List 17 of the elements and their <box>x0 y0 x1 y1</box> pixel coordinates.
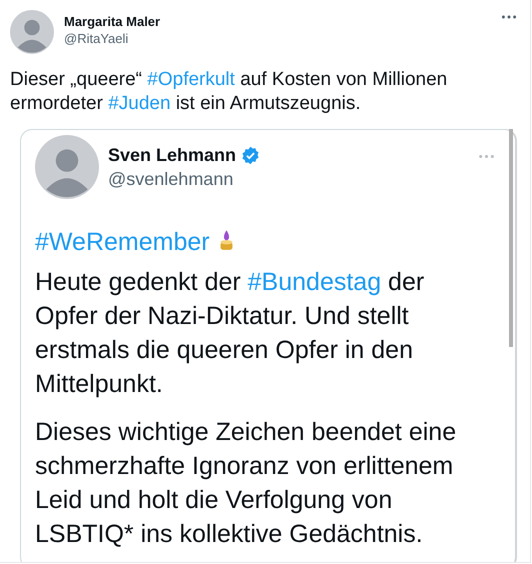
tweet-text: Dieser „queere“ #Opferkult auf Kosten von Millionen ermordeter #Juden ist ein Armutszeugnis. <box>10 68 448 116</box>
tweet-text: Heute gedenkt der #Bundestag der Opfer der Nazi-Diktatur. Und stellt erstmals die queeren Opfer in den Mittelpunkt. <box>35 267 426 400</box>
author-name: Sven Lehmann <box>108 144 236 166</box>
author-name[interactable]: Margarita Maler <box>64 14 160 30</box>
more-icon <box>501 14 517 20</box>
hashtag-link[interactable]: #WeRemember <box>35 228 210 256</box>
avatar-icon <box>10 10 54 54</box>
scrollbar-thumb[interactable] <box>509 129 513 347</box>
hashtag-link[interactable]: #Opferkult <box>147 69 235 90</box>
avatar-icon <box>35 135 99 199</box>
author-handle[interactable]: @RitaYaeli <box>64 30 160 48</box>
author-handle: @svenlehmann <box>108 168 234 191</box>
candle-icon <box>218 229 235 252</box>
hashtag-link[interactable]: #Juden <box>108 93 171 114</box>
more-icon <box>478 154 495 159</box>
tweet-text: Dieses wichtige Zeichen beendet eine schmerzhafte Ignoranz von erlittenem Leid und holt die Verfolgung von LSBTIQ* ins kollektive Gedächtnis. <box>35 417 458 550</box>
hashtag-link[interactable]: #Bundestag <box>248 268 382 296</box>
